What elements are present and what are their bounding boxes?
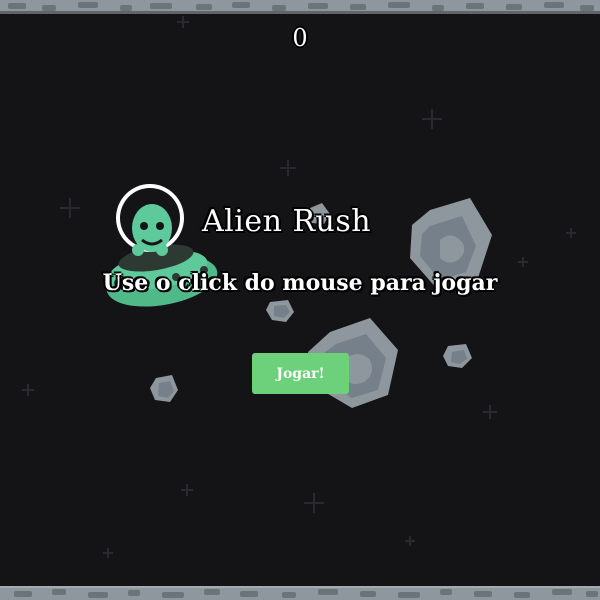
game-background [22, 16, 576, 558]
star-icon [518, 257, 528, 267]
star-icon [280, 160, 296, 176]
star-icon [103, 548, 113, 558]
star-icon [422, 109, 442, 129]
asteroid-icon [443, 344, 472, 368]
star-icon [22, 384, 34, 396]
game-canvas[interactable]: 0 Alien Rush Use o click do mouse para j… [0, 0, 600, 600]
game-title: Alien Rush [202, 204, 372, 239]
score-display: 0 [292, 24, 308, 52]
bottom-rock-border [0, 586, 600, 600]
top-rock-border [0, 0, 600, 14]
star-icon [483, 405, 497, 419]
star-icon [304, 493, 324, 513]
star-icon [566, 228, 576, 238]
play-button[interactable]: Jogar! [252, 353, 349, 394]
instructions-text: Use o click do mouse para jogar [102, 270, 498, 296]
asteroid-icon [266, 300, 294, 322]
asteroid-icon [150, 375, 178, 402]
star-icon [60, 198, 80, 218]
star-icon [181, 484, 193, 496]
star-icon [405, 536, 415, 546]
